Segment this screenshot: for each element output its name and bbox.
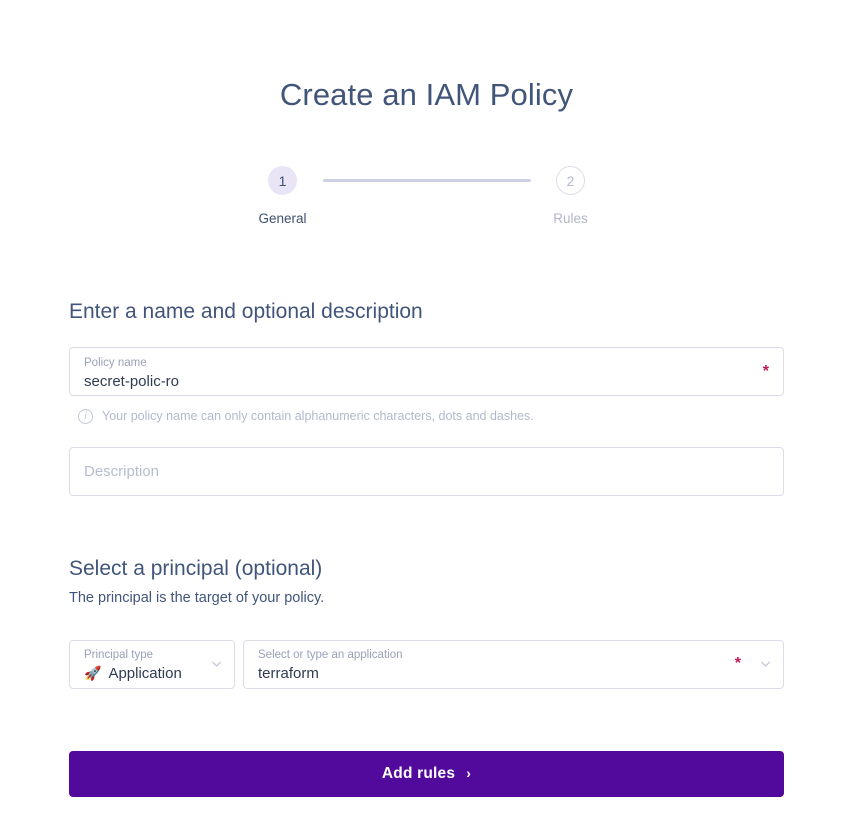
description-input-placeholder[interactable]: Description (84, 463, 769, 481)
stepper-step-rules[interactable]: 2 Rules (531, 166, 611, 226)
stepper-step-rules-label: Rules (553, 211, 588, 227)
description-field[interactable]: Description (69, 447, 784, 497)
policy-name-label: Policy name (84, 357, 147, 370)
stepper-step-general-label: General (258, 211, 307, 227)
add-rules-button[interactable]: Add rules › (69, 750, 784, 797)
stepper: 1 General 2 Rules (0, 166, 853, 226)
principal-section: Select a principal (optional) The princi… (69, 556, 784, 689)
principal-type-label: Principal type (84, 649, 154, 662)
stepper-connector (322, 179, 531, 183)
application-input[interactable]: terraform (258, 665, 723, 683)
application-chevron-down-icon[interactable] (760, 659, 771, 670)
principal-section-heading: Select a principal (optional) (69, 557, 323, 581)
create-iam-policy-page: Create an IAM Policy 1 General 2 Rules E… (0, 0, 853, 832)
name-section-heading: Enter a name and optional description (69, 300, 423, 324)
application-label: Select or type an application (258, 649, 403, 662)
principal-type-chevron-down-icon[interactable] (211, 659, 222, 670)
policy-name-field[interactable]: Policy name secret-polic-ro * (69, 347, 784, 397)
principal-type-value: Application (108, 664, 182, 682)
application-select[interactable]: Select or type an application terraform … (243, 639, 784, 689)
stepper-step-general-number: 1 (268, 166, 297, 196)
name-section: Enter a name and optional description Po… (69, 299, 784, 497)
add-rules-button-inner: Add rules › (382, 765, 471, 783)
chevron-right-icon: › (466, 764, 472, 781)
principal-row: Principal type 🚀 Application Select or t… (69, 639, 784, 689)
stepper-step-rules-number: 2 (556, 166, 585, 196)
add-rules-button-label: Add rules (381, 764, 456, 782)
principal-type-select[interactable]: Principal type 🚀 Application (69, 639, 235, 689)
policy-name-input[interactable]: secret-polic-ro (84, 373, 769, 391)
info-circle-icon: i (78, 409, 93, 425)
policy-name-helper-text: Your policy name can only contain alphan… (102, 409, 534, 424)
rocket-icon: 🚀 (84, 664, 102, 681)
principal-section-subtitle: The principal is the target of your poli… (69, 589, 325, 606)
application-required-asterisk: * (734, 655, 741, 673)
policy-name-required-asterisk: * (762, 362, 769, 380)
form-content: Enter a name and optional description Po… (0, 299, 853, 797)
policy-name-helper: i Your policy name can only contain alph… (69, 409, 784, 425)
stepper-step-general[interactable]: 1 General (243, 166, 323, 226)
principal-type-value-line: 🚀 Application (84, 665, 202, 683)
page-title: Create an IAM Policy (279, 77, 574, 112)
